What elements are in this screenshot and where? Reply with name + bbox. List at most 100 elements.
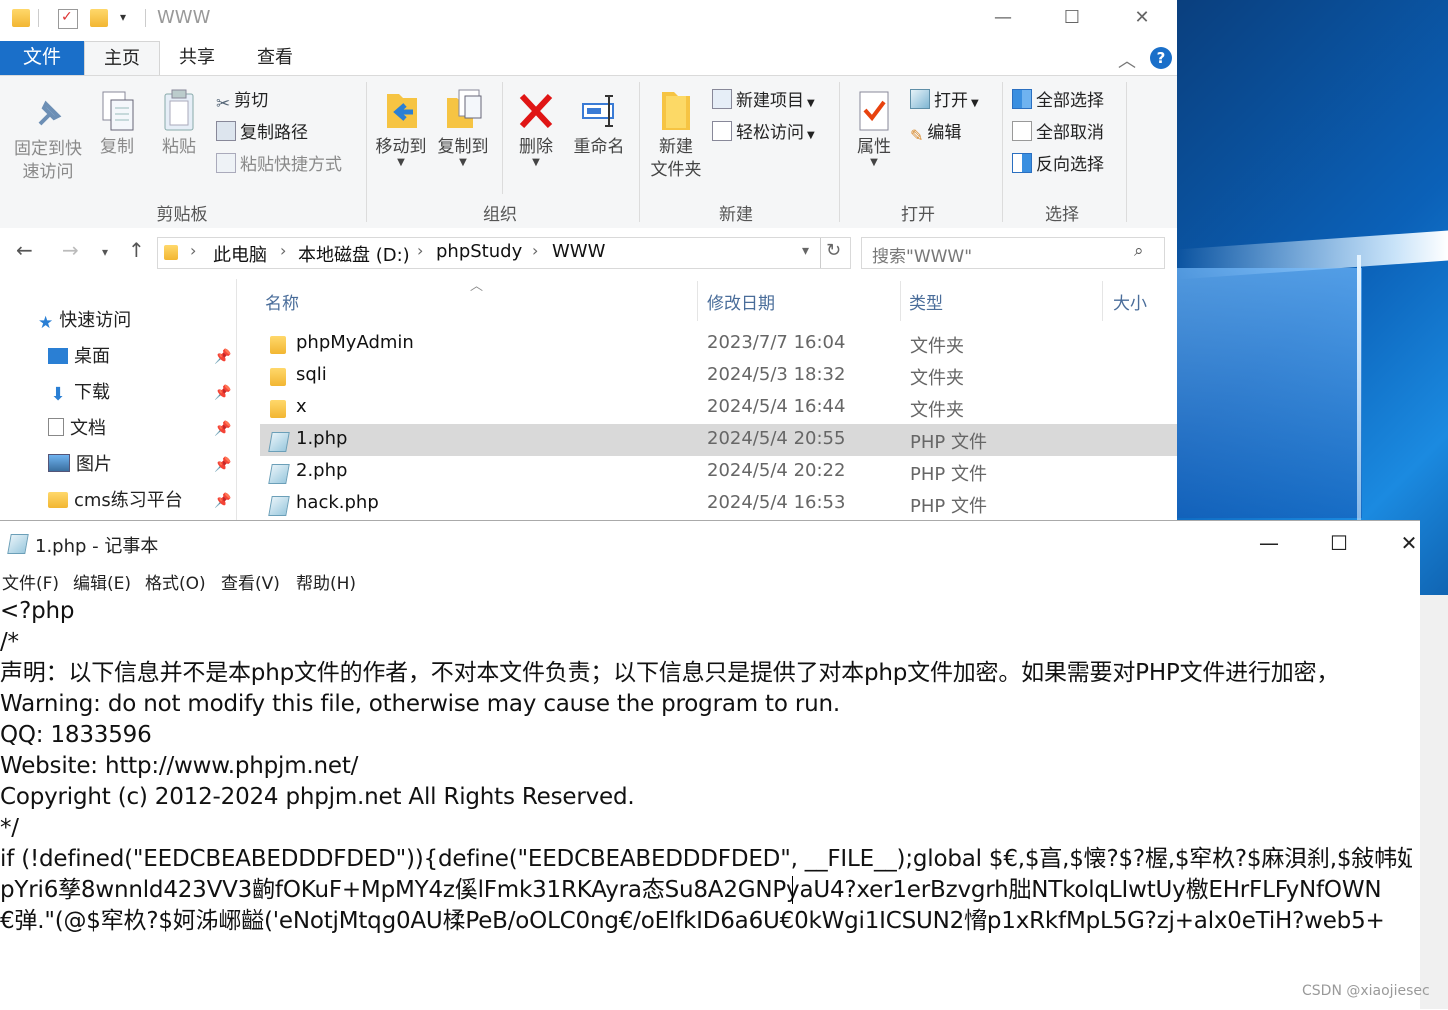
rename-button[interactable]: 重命名 <box>568 88 630 159</box>
notepad-maximize-button[interactable]: ☐ <box>1304 526 1374 560</box>
download-arrow-icon: ⬇ <box>50 384 66 405</box>
invert-selection-button[interactable]: 反向选择 <box>1012 152 1104 178</box>
collapse-ribbon-chevron-icon[interactable]: ︿ <box>1118 47 1136 73</box>
minimize-button[interactable]: — <box>968 0 1038 36</box>
breadcrumb-chevron-icon[interactable]: › <box>532 241 538 260</box>
easy-access-button[interactable]: 轻松访问 ▼ <box>712 120 815 146</box>
properties-quick-icon[interactable]: ✓ <box>58 9 78 29</box>
file-name: 2.php <box>296 460 348 481</box>
table-row[interactable]: phpMyAdmin 2023/7/7 16:04 文件夹 <box>260 328 1177 360</box>
new-folder-quick-icon[interactable] <box>90 9 108 27</box>
copy-to-button[interactable]: 复制到 ▼ <box>434 88 492 168</box>
file-name: hack.php <box>296 492 379 513</box>
up-arrow-icon[interactable]: ↑ <box>128 238 145 262</box>
menu-format[interactable]: 格式(O) <box>145 569 206 594</box>
breadcrumb-phpstudy[interactable]: phpStudy <box>436 241 522 262</box>
open-dropdown-icon: ▼ <box>971 98 979 109</box>
column-header-type[interactable]: 类型 <box>909 289 943 314</box>
paste-button[interactable]: 粘贴 <box>156 88 202 159</box>
cut-button[interactable]: ✂ 剪切 <box>216 88 268 114</box>
pin-icon <box>28 94 68 134</box>
tab-view[interactable]: 查看 <box>243 41 307 75</box>
close-button[interactable]: ✕ <box>1107 0 1177 36</box>
new-item-button[interactable]: 新建项目 ▼ <box>712 88 815 114</box>
new-group-label: 新建 <box>719 205 753 225</box>
breadcrumb-chevron-icon[interactable]: › <box>280 241 286 260</box>
delete-button[interactable]: 删除 ▼ <box>512 88 560 168</box>
column-header-size[interactable]: 大小 <box>1113 289 1147 314</box>
php-file-icon <box>268 496 290 516</box>
open-button[interactable]: 打开 ▼ <box>910 88 979 114</box>
recent-locations-chevron-icon[interactable]: ▾ <box>102 245 108 259</box>
paste-shortcut-button[interactable]: 粘贴快捷方式 <box>216 152 342 178</box>
pictures-icon <box>48 454 70 472</box>
table-row[interactable]: x 2024/5/4 16:44 文件夹 <box>260 392 1177 424</box>
menu-file[interactable]: 文件(F) <box>2 569 59 594</box>
breadcrumb-this-pc[interactable]: 此电脑 <box>213 241 267 267</box>
menu-view[interactable]: 查看(V) <box>221 569 280 594</box>
column-header-name[interactable]: 名称 <box>265 289 299 314</box>
notepad-icon <box>7 534 29 554</box>
rename-label: 重命名 <box>573 137 625 157</box>
search-icon[interactable]: ⌕ <box>1134 241 1144 261</box>
breadcrumb-www[interactable]: WWW <box>552 241 605 262</box>
open-group-label: 打开 <box>901 205 935 225</box>
select-none-button[interactable]: 全部取消 <box>1012 120 1104 146</box>
new-folder-button[interactable]: 新建 文件夹 <box>645 88 707 182</box>
tab-home[interactable]: 主页 <box>84 41 160 77</box>
file-type: 文件夹 <box>910 336 964 357</box>
nav-cms-practice-label: cms练习平台 <box>74 490 183 511</box>
customize-quick-access-chevron-icon[interactable]: ▾ <box>120 10 126 24</box>
nav-quick-access[interactable]: ★ 快速访问 <box>38 307 131 335</box>
address-bar[interactable]: › 此电脑 › 本地磁盘 (D:) › phpStudy › WWW ▾ ↻ <box>157 237 851 269</box>
text-cursor <box>792 876 793 904</box>
notepad-close-button[interactable]: ✕ <box>1374 526 1444 560</box>
paste-label: 粘贴 <box>162 137 196 157</box>
pin-to-quick-access-button[interactable]: 固定到快 速访问 <box>8 94 88 184</box>
nav-downloads[interactable]: ⬇ 下载 <box>48 379 110 407</box>
nav-pictures[interactable]: 图片 <box>48 451 112 479</box>
pin-icon: 📌 <box>214 349 232 365</box>
menu-help[interactable]: 帮助(H) <box>296 569 356 594</box>
edit-button[interactable]: ✎ 编辑 <box>910 120 961 146</box>
help-icon[interactable]: ? <box>1150 47 1172 69</box>
move-to-button[interactable]: 移动到 ▼ <box>372 88 430 168</box>
address-dropdown-chevron-icon[interactable]: ▾ <box>802 243 809 259</box>
nav-documents[interactable]: 文档 <box>48 415 106 443</box>
cut-label: 剪切 <box>234 91 269 111</box>
file-date: 2023/7/7 16:04 <box>707 332 846 353</box>
menu-edit[interactable]: 编辑(E) <box>73 569 131 594</box>
copy-button[interactable]: 复制 <box>94 88 140 159</box>
breadcrumb-local-disk-d[interactable]: 本地磁盘 (D:) <box>298 241 410 267</box>
table-row[interactable]: sqli 2024/5/3 18:32 文件夹 <box>260 360 1177 392</box>
tab-file[interactable]: 文件 <box>0 41 84 75</box>
breadcrumb-chevron-icon[interactable]: › <box>190 241 196 260</box>
table-row-selected[interactable]: 1.php 2024/5/4 20:55 PHP 文件 <box>260 424 1177 456</box>
select-all-button[interactable]: 全部选择 <box>1012 88 1104 114</box>
properties-button[interactable]: 属性 ▼ <box>848 88 900 168</box>
refresh-icon[interactable]: ↻ <box>826 240 841 261</box>
copy-path-label: 复制路径 <box>240 123 308 143</box>
text-line: QQ: 1833596 <box>0 722 152 748</box>
table-row[interactable]: 2.php 2024/5/4 20:22 PHP 文件 <box>260 456 1177 488</box>
vertical-scrollbar[interactable] <box>1420 595 1448 1009</box>
maximize-button[interactable]: ☐ <box>1037 0 1107 36</box>
table-row[interactable]: hack.php 2024/5/4 16:53 PHP 文件 <box>260 488 1177 520</box>
nav-desktop[interactable]: 桌面 <box>48 343 110 371</box>
copy-to-label: 复制到 <box>437 137 489 157</box>
file-type: 文件夹 <box>910 368 964 389</box>
tab-share[interactable]: 共享 <box>165 41 229 75</box>
search-input[interactable]: 搜索"WWW" ⌕ <box>861 237 1165 269</box>
forward-arrow-icon[interactable]: → <box>62 238 79 262</box>
column-header-modified[interactable]: 修改日期 <box>707 289 775 314</box>
notepad-text-area[interactable]: <?php /* 声明：以下信息并不是本php文件的作者，不对本文件负责；以下信… <box>0 596 1412 1010</box>
document-icon <box>48 418 64 436</box>
folder-icon <box>270 368 286 386</box>
nav-cms-practice[interactable]: cms练习平台 <box>48 487 183 515</box>
copy-path-button[interactable]: 复制路径 <box>216 120 308 146</box>
select-none-label: 全部取消 <box>1036 123 1104 143</box>
notepad-minimize-button[interactable]: — <box>1234 526 1304 560</box>
select-none-icon <box>1012 121 1032 141</box>
breadcrumb-chevron-icon[interactable]: › <box>417 241 423 260</box>
back-arrow-icon[interactable]: ← <box>16 238 33 262</box>
